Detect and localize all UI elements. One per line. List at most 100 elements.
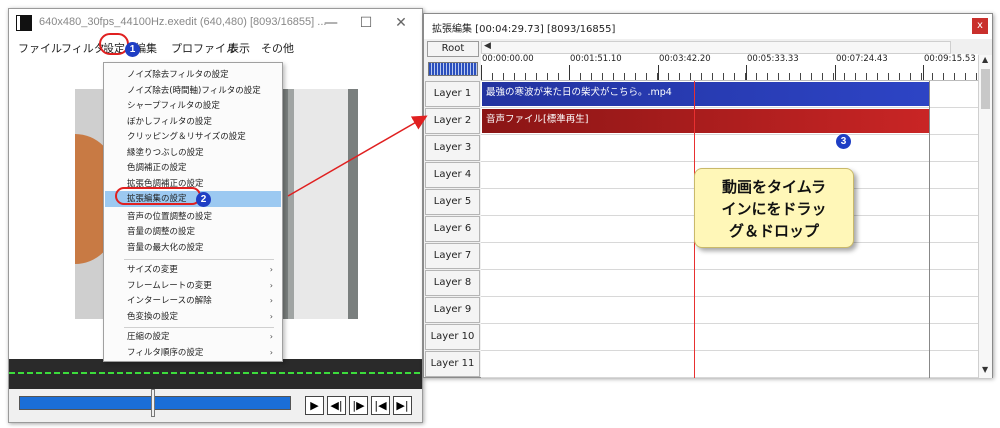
app-icon (16, 15, 32, 31)
layer-header-11[interactable]: Layer 11 (425, 351, 480, 377)
layer-header-10[interactable]: Layer 10 (425, 324, 480, 350)
step-badge-1: 1 (125, 42, 140, 57)
timeline-ruler[interactable]: 00:00:00.00 00:01:51.10 00:03:42.20 00:0… (481, 54, 978, 81)
submenu-arrow-icon: › (269, 312, 273, 321)
audio-waveform-strip (9, 359, 422, 389)
ruler-label: 00:05:33.33 (747, 54, 799, 64)
menu-compression-label: 圧縮の設定 (127, 332, 170, 342)
ruler-label: 00:03:42.20 (659, 54, 711, 64)
ruler-major-tick (835, 65, 836, 80)
callout-line-3: グ＆ドロップ (728, 222, 819, 240)
maximize-button[interactable]: ☐ (349, 11, 383, 35)
main-titlebar: 640x480_30fps_44100Hz.exedit (640,480) [… (9, 9, 422, 37)
extended-edit-highlight-ring (115, 187, 201, 205)
vertical-scrollbar[interactable]: ▲ ▼ (978, 55, 992, 378)
menu-other[interactable]: その他 (261, 40, 294, 56)
menu-separator (124, 259, 274, 260)
ruler-label: 00:09:15.53 (924, 54, 976, 64)
submenu-arrow-icon: › (269, 332, 273, 341)
callout-line-2: インにをドラッ (721, 200, 827, 218)
menu-border-fill[interactable]: 縁塗りつぶしの設定 (105, 145, 281, 161)
submenu-arrow-icon: › (269, 296, 273, 305)
horizontal-scrollbar[interactable]: ◀ (481, 41, 951, 54)
seek-bar[interactable] (19, 396, 291, 410)
ruler-label: 00:07:24.43 (836, 54, 888, 64)
ext-titlebar: 拡張編集 [00:04:29.73] [8093/16855] x (424, 14, 992, 39)
minimize-button[interactable]: — (314, 11, 348, 35)
submenu-arrow-icon: › (269, 265, 273, 274)
menu-volume-maximize[interactable]: 音量の最大化の設定 (105, 240, 281, 256)
preview-window-pane (288, 89, 348, 319)
menu-volume-adjust[interactable]: 音量の調整の設定 (105, 224, 281, 240)
ext-window-title: 拡張編集 [00:04:29.73] [8093/16855] (432, 24, 616, 35)
layer-header-1[interactable]: Layer 1 (425, 81, 480, 107)
step-badge-3: 3 (836, 134, 851, 149)
menu-view[interactable]: 表示 (228, 40, 250, 56)
menu-filter-order-label: フィルタ順序の設定 (127, 348, 204, 358)
menu-noise-time-filter[interactable]: ノイズ除去(時間軸)フィルタの設定 (105, 83, 281, 99)
menu-sharp-filter[interactable]: シャープフィルタの設定 (105, 98, 281, 114)
layer-header-7[interactable]: Layer 7 (425, 243, 480, 269)
close-button[interactable]: ✕ (384, 11, 418, 35)
audio-clip[interactable]: 音声ファイル[標準再生] (482, 109, 929, 133)
menu-separator (124, 327, 274, 328)
menu-audio-position[interactable]: 音声の位置調整の設定 (105, 209, 281, 225)
ruler-label: 00:01:51.10 (570, 54, 622, 64)
menubar: ファイル フィルタ 設定 編集 プロファイル 表示 その他 (9, 37, 422, 59)
track-row[interactable] (481, 351, 978, 378)
root-button[interactable]: Root (427, 41, 479, 57)
layer-header-8[interactable]: Layer 8 (425, 270, 480, 296)
menu-framerate-label: フレームレートの変更 (127, 281, 212, 291)
next-frame-button[interactable]: |▶ (349, 396, 368, 415)
prev-frame-button[interactable]: ◀| (327, 396, 346, 415)
ext-close-button[interactable]: x (972, 18, 988, 34)
callout-line-1: 動画をタイムラ (722, 178, 826, 196)
play-button[interactable]: ▶ (305, 396, 324, 415)
menu-compression[interactable]: 圧縮の設定 › (105, 329, 281, 345)
layer-headers: Layer 1 Layer 2 Layer 3 Layer 4 Layer 5 … (424, 81, 481, 378)
menu-deinterlace[interactable]: インターレースの解除 › (105, 293, 281, 309)
menu-clip-resize[interactable]: クリッピング＆リサイズの設定 (105, 129, 281, 145)
go-start-button[interactable]: |◀ (371, 396, 390, 415)
menu-blur-filter[interactable]: ぼかしフィルタの設定 (105, 114, 281, 130)
menu-filter-order[interactable]: フィルタ順序の設定 › (105, 345, 281, 361)
track-row[interactable] (481, 270, 978, 297)
ruler-ticks (481, 73, 978, 80)
menu-noise-filter[interactable]: ノイズ除去フィルタの設定 (105, 67, 281, 83)
submenu-arrow-icon: › (269, 281, 273, 290)
window-title: 640x480_30fps_44100Hz.exedit (640,480) [… (39, 16, 327, 28)
layer-header-5[interactable]: Layer 5 (425, 189, 480, 215)
menu-resize-label: サイズの変更 (127, 265, 178, 275)
menu-resize[interactable]: サイズの変更 › (105, 262, 281, 278)
seek-handle[interactable] (151, 389, 155, 417)
menu-file[interactable]: ファイル (18, 40, 62, 56)
menu-color-correction[interactable]: 色調補正の設定 (105, 160, 281, 176)
layer-header-4[interactable]: Layer 4 (425, 162, 480, 188)
menu-deinterlace-label: インターレースの解除 (127, 296, 212, 306)
scroll-up-icon[interactable]: ▲ (982, 55, 988, 64)
ruler-major-tick (569, 65, 570, 80)
video-clip[interactable]: 最強の寒波が来た日の柴犬がこちら。.mp4 (482, 82, 929, 106)
track-row[interactable] (481, 135, 978, 162)
track-row[interactable] (481, 297, 978, 324)
zoom-slider[interactable] (428, 62, 478, 76)
layer-header-9[interactable]: Layer 9 (425, 297, 480, 323)
scroll-thumb[interactable] (981, 69, 990, 109)
layer-header-3[interactable]: Layer 3 (425, 135, 480, 161)
layer-header-2[interactable]: Layer 2 (425, 108, 480, 134)
scroll-left-icon[interactable]: ◀ (484, 41, 491, 51)
end-marker-line (929, 81, 930, 378)
scroll-down-icon[interactable]: ▼ (982, 365, 988, 374)
ruler-major-tick (746, 65, 747, 80)
menu-color-convert[interactable]: 色変換の設定 › (105, 309, 281, 325)
submenu-arrow-icon: › (269, 348, 273, 357)
step-badge-2: 2 (196, 192, 211, 207)
menu-framerate[interactable]: フレームレートの変更 › (105, 278, 281, 294)
ruler-label: 00:00:00.00 (482, 54, 534, 64)
track-row[interactable] (481, 324, 978, 351)
menu-color-convert-label: 色変換の設定 (127, 312, 179, 322)
layer-header-6[interactable]: Layer 6 (425, 216, 480, 242)
instruction-callout: 動画をタイムラ インにをドラッ グ＆ドロップ (694, 168, 854, 248)
ruler-major-tick (481, 65, 482, 80)
go-end-button[interactable]: ▶| (393, 396, 412, 415)
